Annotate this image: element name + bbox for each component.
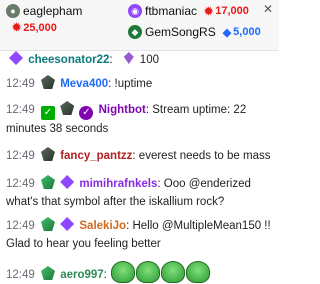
chat-username[interactable]: fancy_pantzz [60, 150, 132, 162]
gem-badge-icon[interactable] [40, 266, 55, 280]
gem-badge-icon[interactable] [40, 175, 55, 189]
subscriber-badge-icon[interactable] [9, 51, 23, 65]
leaderboard-name: eaglepham [23, 4, 83, 18]
chat-username[interactable]: Nightbot [99, 104, 146, 116]
message-text: 100 [139, 54, 159, 66]
frog-emote-icon [186, 261, 211, 283]
frog-emote-icon [161, 261, 186, 283]
score-value: 17,000 [215, 5, 249, 17]
chat-message: 12:49 SalekiJo: Hello @MultipleMean150 !… [6, 217, 271, 253]
leaderboard-name: ftbmaniac [145, 4, 198, 18]
leaderboard-entry-2[interactable]: ◉ ftbmaniac ✹ 17,000 [128, 3, 249, 19]
gem-badge-icon[interactable] [40, 217, 55, 231]
leaderboard-score: ✹ 25,000 [12, 21, 82, 35]
avatar: ● [6, 4, 20, 18]
crown-icon: ✹ [204, 5, 214, 18]
leaderboard-entry-3[interactable]: ◆ GemSongRS ◆ 5,000 [128, 24, 261, 40]
verified-badge-icon[interactable]: ✓ [40, 106, 55, 120]
message-text: everest needs to be massice [138, 150, 271, 162]
avatar: ◉ [128, 4, 142, 18]
chat-username[interactable]: mimihrafnkels [79, 178, 157, 190]
chat-username[interactable]: aero997 [60, 269, 103, 281]
timestamp: 12:49 [6, 78, 35, 90]
leaderboard: ● eaglepham ✹ 25,000 ◉ ftbmaniac ✹ 17,00… [0, 0, 279, 51]
crown-icon: ✹ [12, 22, 22, 34]
chat-username[interactable]: cheesonator22 [28, 54, 109, 66]
gem-emote-icon [123, 52, 134, 64]
leaderboard-entry-1[interactable]: ● eaglepham ✹ 25,000 [6, 3, 82, 34]
chat-username[interactable]: SalekiJo [79, 220, 126, 232]
gem-badge-icon[interactable] [40, 75, 55, 89]
gem-badge-icon[interactable] [60, 101, 75, 115]
subscriber-badge-icon[interactable] [60, 175, 75, 189]
leaderboard-score: ✹ 17,000 [204, 5, 249, 18]
frog-emote-icon [136, 261, 161, 283]
score-value: 5,000 [233, 26, 261, 38]
chat-message: cheesonator22: 100 [6, 51, 271, 69]
timestamp: 12:49 [6, 104, 35, 116]
chat-message: 12:49 mimihrafnkels: Ooo @enderized what… [6, 175, 271, 211]
leaderboard-name: GemSongRS [145, 25, 216, 39]
subscriber-badge-icon[interactable] [60, 217, 75, 231]
chat-message: 12:49 ✓ ✓ Nightbot: Stream uptime: 22 mi… [6, 101, 271, 138]
leaderboard-score: ◆ 5,000 [223, 26, 261, 39]
moderator-badge-icon[interactable]: ✓ [79, 106, 94, 120]
frog-emote-icon [111, 261, 136, 283]
timestamp: 12:49 [6, 178, 35, 190]
avatar: ◆ [128, 25, 142, 39]
gem-badge-icon[interactable] [40, 147, 55, 161]
score-value: 25,000 [23, 21, 57, 34]
chat-username[interactable]: Meva400 [60, 78, 108, 90]
message-text: !uptime [114, 78, 153, 90]
diamond-icon: ◆ [222, 26, 232, 39]
chat-message: 12:49 aero997: [6, 261, 271, 284]
timestamp: 12:49 [6, 220, 35, 232]
chat-message: 12:49 fancy_pantzz: everest needs to be … [6, 147, 271, 165]
chat-message: 12:49 Meva400: !uptime [6, 75, 271, 93]
timestamp: 12:49 [6, 150, 35, 162]
timestamp: 12:49 [6, 269, 35, 281]
close-icon[interactable]: ✕ [263, 2, 273, 16]
